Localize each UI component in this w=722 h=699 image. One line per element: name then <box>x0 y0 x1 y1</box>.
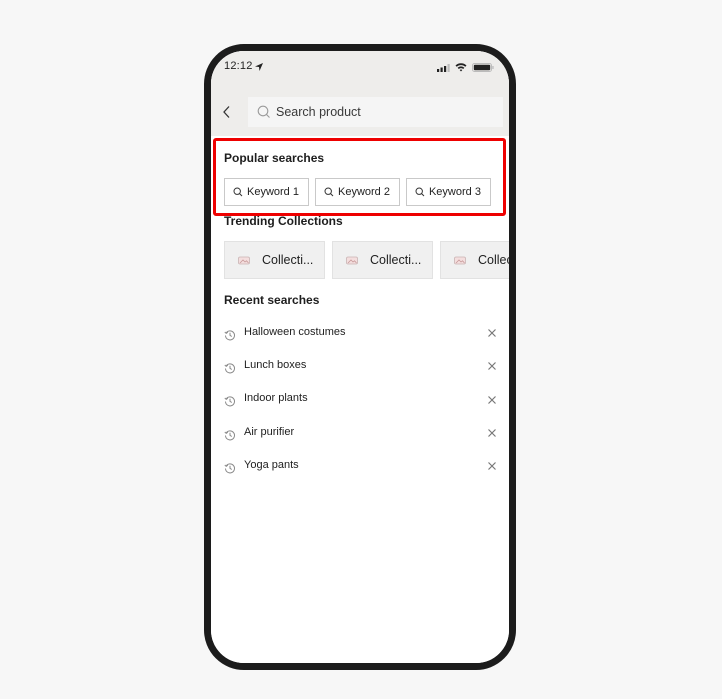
image-placeholder-icon <box>238 256 250 264</box>
keyword-label: Keyword 3 <box>428 186 481 198</box>
history-icon <box>224 330 235 341</box>
search-field[interactable] <box>248 97 503 127</box>
search-icon <box>233 187 243 197</box>
recent-search-item[interactable]: Yoga pants <box>224 450 497 483</box>
recent-search-label: Air purifier <box>244 425 295 438</box>
recent-search-label: Yoga pants <box>244 458 299 471</box>
recent-search-label: Indoor plants <box>244 392 308 405</box>
keyword-chip[interactable]: Keyword 2 <box>314 178 400 206</box>
close-icon[interactable] <box>487 395 497 405</box>
close-icon[interactable] <box>487 461 497 471</box>
image-placeholder-icon <box>454 256 466 264</box>
collection-card[interactable]: Collecti... <box>224 241 325 279</box>
location-arrow-icon <box>255 63 263 71</box>
trending-collections-title: Trending Collections <box>224 214 343 228</box>
recent-search-item[interactable]: Halloween costumes <box>224 317 497 350</box>
popular-keywords: Keyword 1 Keyword 2 Keyword 3 <box>224 178 491 206</box>
collection-label: Collecti... <box>478 253 516 267</box>
status-time: 12:12 <box>224 60 253 72</box>
keyword-chip[interactable]: Keyword 1 <box>224 178 309 206</box>
close-icon[interactable] <box>487 361 497 371</box>
search-icon <box>257 105 270 118</box>
keyword-chip[interactable]: Keyword 3 <box>405 178 491 206</box>
search-input[interactable] <box>276 97 496 127</box>
search-icon <box>415 187 425 197</box>
recent-search-label: Halloween costumes <box>244 325 346 338</box>
collection-label: Collecti... <box>262 253 314 267</box>
recent-search-item[interactable]: Lunch boxes <box>224 350 497 383</box>
close-icon[interactable] <box>487 428 497 438</box>
trending-collections: Collecti... Collecti... Collecti... <box>224 241 516 279</box>
collection-card[interactable]: Collecti... <box>440 241 516 279</box>
image-placeholder-icon <box>346 256 358 264</box>
recent-searches-list: Halloween costumes Lunch boxes Indoor pl… <box>224 317 497 483</box>
collection-label: Collecti... <box>370 253 422 267</box>
keyword-label: Keyword 1 <box>247 186 299 198</box>
recent-search-label: Lunch boxes <box>244 358 307 371</box>
screen: 12:12 Search product Popular searches Ke… <box>211 51 509 663</box>
close-icon[interactable] <box>487 328 497 338</box>
recent-searches-title: Recent searches <box>224 293 320 307</box>
status-bar: 12:12 <box>211 51 509 81</box>
top-bar: 12:12 <box>211 51 509 136</box>
battery-icon <box>472 63 494 72</box>
collection-card[interactable]: Collecti... <box>332 241 433 279</box>
recent-search-item[interactable]: Air purifier <box>224 417 497 450</box>
keyword-label: Keyword 2 <box>337 186 390 198</box>
wifi-icon <box>455 63 467 72</box>
popular-searches-title: Popular searches <box>224 151 325 165</box>
history-icon <box>224 429 235 440</box>
recent-search-item[interactable]: Indoor plants <box>224 384 497 417</box>
search-icon <box>324 187 334 197</box>
phone-frame: 12:12 Search product Popular searches Ke… <box>204 44 516 670</box>
history-icon <box>224 396 235 407</box>
history-icon <box>224 463 235 474</box>
chevron-left-icon <box>223 106 230 118</box>
history-icon <box>224 363 235 374</box>
back-button[interactable] <box>217 101 237 123</box>
signal-icon <box>437 64 450 72</box>
